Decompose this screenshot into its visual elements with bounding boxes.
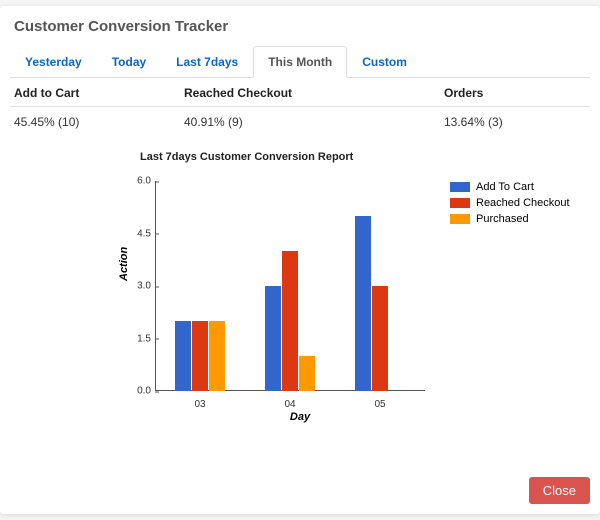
x-tick: 05: [374, 391, 385, 410]
legend-swatch: [450, 182, 470, 192]
legend-swatch: [450, 198, 470, 208]
conversion-chart: Last 7days Customer Conversion Report Ac…: [30, 151, 570, 451]
y-tick: 0.0: [137, 386, 155, 397]
y-tick: 1.5: [137, 333, 155, 344]
chart-title: Last 7days Customer Conversion Report: [140, 151, 353, 163]
tab-custom[interactable]: Custom: [347, 46, 422, 78]
legend-item: Reached Checkout: [450, 195, 570, 211]
legend-item: Purchased: [450, 211, 570, 227]
x-tick: 04: [284, 391, 295, 410]
legend-label: Add To Cart: [476, 181, 534, 193]
x-tick: 03: [194, 391, 205, 410]
bar: [355, 216, 371, 391]
col-reached-checkout: Reached Checkout: [184, 86, 444, 100]
bar: [175, 321, 191, 391]
tab-bar: YesterdayTodayLast 7daysThis MonthCustom: [10, 45, 590, 78]
bar: [192, 321, 208, 391]
bar: [265, 286, 281, 391]
metrics-header-row: Add to Cart Reached Checkout Orders: [10, 78, 590, 107]
legend-label: Purchased: [476, 213, 529, 225]
tab-today[interactable]: Today: [97, 46, 161, 78]
y-tick: 3.0: [137, 281, 155, 292]
plot-area: 0.01.53.04.56.0030405: [155, 181, 425, 391]
chart-legend: Add To Cart Reached Checkout Purchased: [450, 179, 570, 227]
page-title: Customer Conversion Tracker: [10, 14, 590, 45]
y-tick: 6.0: [137, 176, 155, 187]
col-add-to-cart: Add to Cart: [14, 86, 184, 100]
legend-label: Reached Checkout: [476, 197, 570, 209]
tab-this-month[interactable]: This Month: [253, 46, 347, 78]
legend-item: Add To Cart: [450, 179, 570, 195]
val-reached-checkout: 40.91% (9): [184, 115, 444, 129]
val-add-to-cart: 45.45% (10): [14, 115, 184, 129]
val-orders: 13.64% (3): [444, 115, 586, 129]
bar: [209, 321, 225, 391]
tab-last-7days[interactable]: Last 7days: [161, 46, 253, 78]
col-orders: Orders: [444, 86, 586, 100]
tracker-panel: Customer Conversion Tracker YesterdayTod…: [0, 6, 600, 514]
bar: [282, 251, 298, 391]
x-axis-label: Day: [30, 411, 570, 423]
tab-yesterday[interactable]: Yesterday: [10, 46, 97, 78]
bar: [299, 356, 315, 391]
legend-swatch: [450, 214, 470, 224]
footer: Close: [529, 477, 590, 504]
bar: [372, 286, 388, 391]
y-tick: 4.5: [137, 228, 155, 239]
y-axis-label: Action: [118, 247, 130, 281]
metrics-value-row: 45.45% (10) 40.91% (9) 13.64% (3): [10, 107, 590, 145]
close-button[interactable]: Close: [529, 477, 590, 504]
